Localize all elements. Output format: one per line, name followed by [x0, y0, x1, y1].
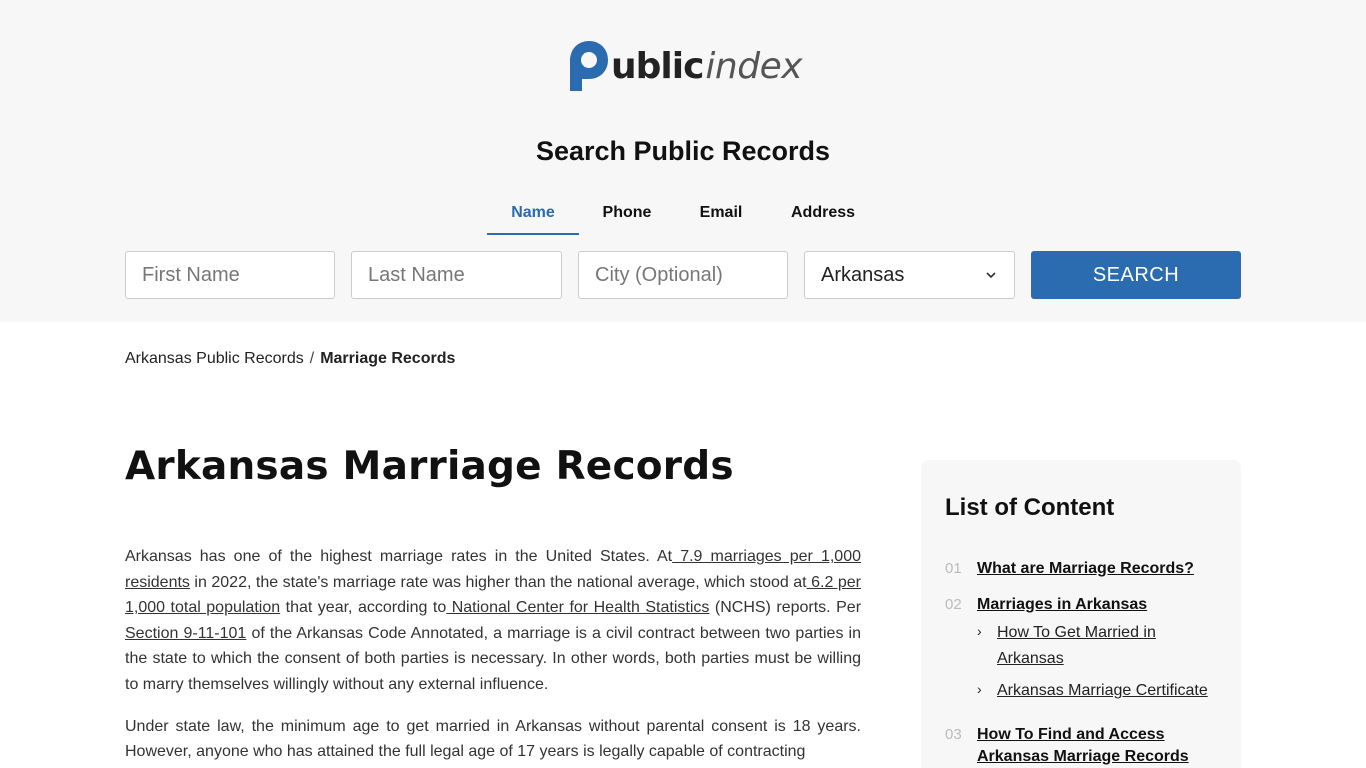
publicindex-logo[interactable]: ublic index [566, 38, 803, 94]
toc-item: 03 How To Find and Access Arkansas Marri… [945, 724, 1217, 768]
toc-link-how-to-find-records[interactable]: How To Find and Access Arkansas Marriage… [977, 724, 1217, 768]
page-title: Arkansas Marriage Records [125, 444, 734, 489]
search-title: Search Public Records [535, 136, 831, 166]
state-select-value: Arkansas [821, 263, 905, 286]
toc-number: 03 [945, 726, 962, 743]
article-text: that year, according to [280, 599, 447, 617]
logo-text-index: index [705, 45, 803, 87]
search-button[interactable]: SEARCH [1031, 251, 1241, 299]
chevron-right-icon: › [977, 681, 982, 697]
tab-address[interactable]: Address [767, 196, 879, 235]
breadcrumb-separator: / [309, 350, 315, 367]
last-name-input[interactable] [351, 251, 562, 299]
article-paragraph: Arkansas has one of the highest marriage… [125, 544, 861, 698]
toc-number: 01 [945, 560, 962, 577]
nchs-link[interactable]: National Center for Health Statistics [446, 599, 710, 616]
table-of-contents: List of Content 01 What are Marriage Rec… [921, 460, 1241, 768]
toc-title: List of Content [945, 494, 1115, 521]
chevron-right-icon: › [977, 623, 982, 639]
toc-item: 01 What are Marriage Records? [945, 558, 1217, 580]
toc-item: 02 Marriages in Arkansas › How To Get Mar… [945, 594, 1217, 710]
code-section-link[interactable]: Section 9-11-101 [125, 625, 246, 642]
state-select[interactable]: Arkansas [804, 251, 1015, 299]
logo-p-icon [570, 41, 608, 91]
tab-name[interactable]: Name [487, 196, 579, 235]
breadcrumb-parent-link[interactable]: Arkansas Public Records [125, 350, 304, 368]
breadcrumb-current: Marriage Records [320, 350, 456, 367]
toc-link-marriages-in-arkansas[interactable]: Marriages in Arkansas [977, 594, 1147, 616]
toc-sublink-how-to-get-married[interactable]: How To Get Married in Arkansas [997, 620, 1217, 672]
first-name-input[interactable] [125, 251, 335, 299]
article-text: (NCHS) reports. Per [709, 599, 862, 617]
toc-sublink-marriage-certificate[interactable]: Arkansas Marriage Certificate [997, 678, 1208, 704]
article-text: in 2022, the state's marriage rate was h… [189, 573, 807, 591]
tab-phone[interactable]: Phone [579, 196, 675, 235]
article-text: Arkansas has one of the highest marriage… [125, 548, 673, 565]
breadcrumb: Arkansas Public Records / Marriage Recor… [125, 350, 455, 368]
search-header: ublic index Search Public Records Name Ph… [0, 0, 1366, 322]
toc-number: 02 [945, 596, 962, 613]
logo-text-public: ublic [611, 45, 704, 87]
tab-email[interactable]: Email [675, 196, 767, 235]
city-input[interactable] [578, 251, 788, 299]
toc-link-what-are-marriage-records[interactable]: What are Marriage Records? [977, 558, 1194, 580]
search-tabs: Name Phone Email Address [487, 196, 879, 235]
article-paragraph: Under state law, the minimum age to get … [125, 717, 861, 761]
chevron-down-icon [986, 272, 996, 279]
article-body: Arkansas has one of the highest marriage… [125, 544, 861, 768]
